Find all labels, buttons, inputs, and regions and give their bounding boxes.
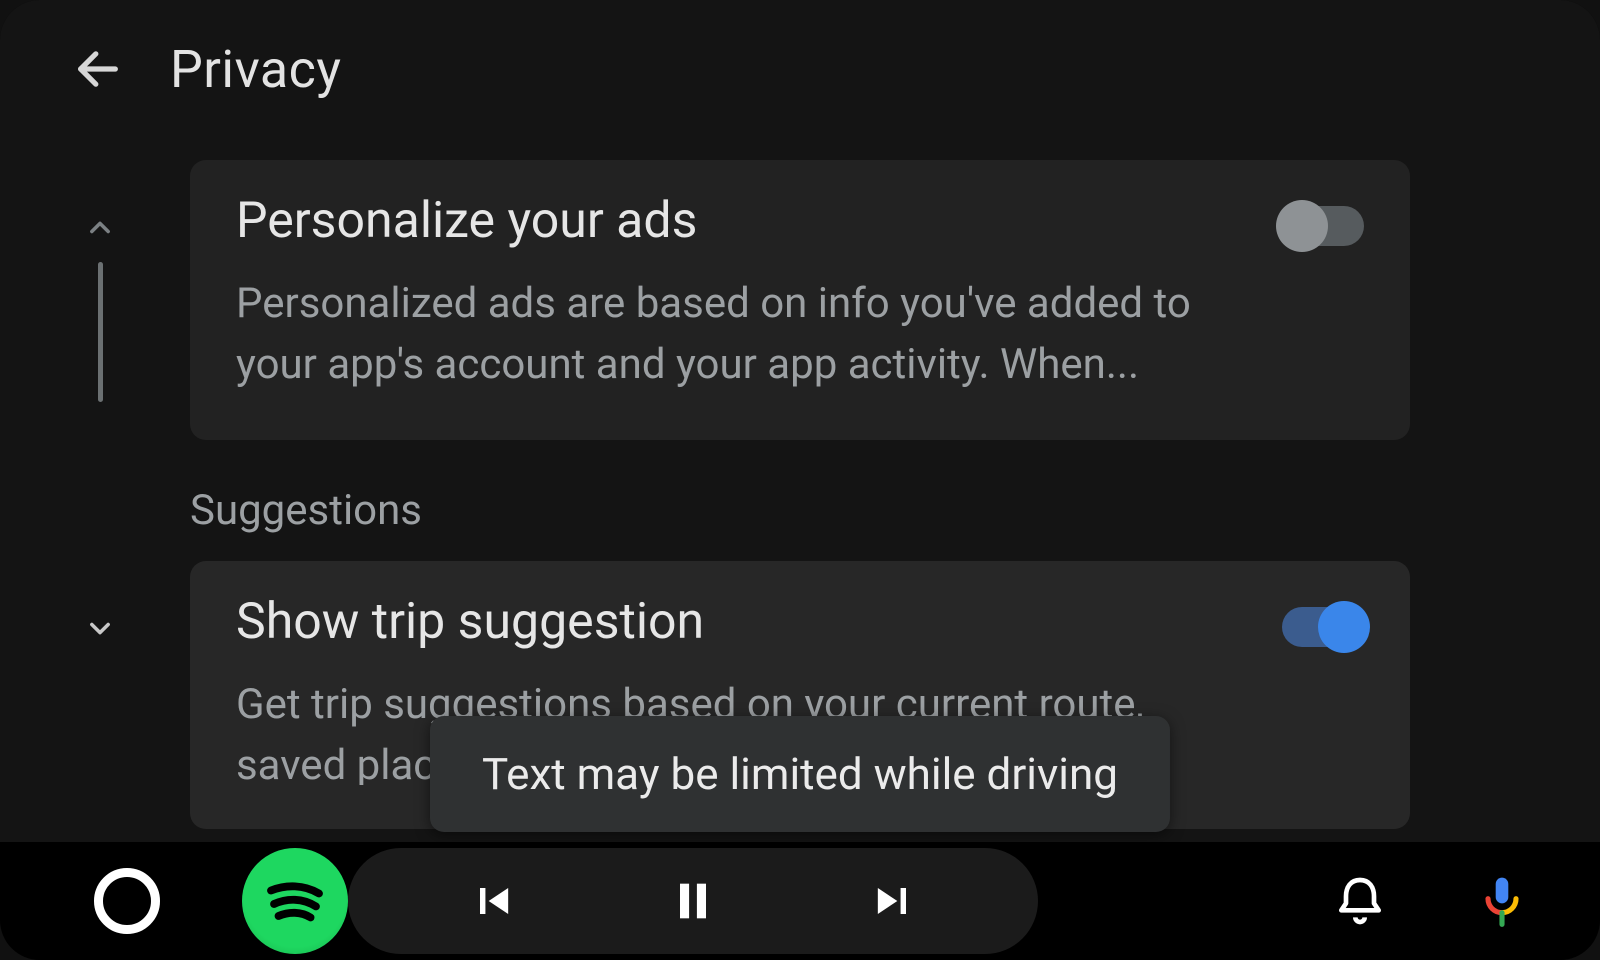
desc-line-1: Personalized ads are based on info you'v… (236, 274, 1274, 335)
home-ring-icon[interactable] (94, 868, 160, 934)
toggle-trip-suggestion[interactable] (1282, 607, 1364, 647)
setting-personalize-ads[interactable]: Personalize your ads Personalized ads ar… (190, 160, 1410, 440)
media-controls (348, 848, 1038, 954)
skip-previous-icon[interactable] (467, 875, 519, 927)
scroll-indicator (86, 212, 114, 807)
bottom-bar (0, 842, 1600, 960)
driving-toast: Text may be limited while driving (430, 716, 1170, 832)
chevron-down-icon[interactable] (86, 612, 114, 644)
back-arrow-icon[interactable] (72, 43, 124, 95)
skip-next-icon[interactable] (867, 875, 919, 927)
section-header-suggestions: Suggestions (190, 486, 1410, 535)
toggle-knob (1276, 200, 1328, 252)
pause-icon[interactable] (667, 875, 719, 927)
screen-root: Privacy Personalize your ads Personalize… (0, 0, 1600, 960)
chevron-up-icon[interactable] (86, 212, 114, 244)
setting-title: Personalize your ads (236, 192, 1364, 250)
spotify-icon[interactable] (242, 848, 348, 954)
page-title: Privacy (170, 39, 341, 100)
notification-bell-icon[interactable] (1332, 873, 1388, 929)
setting-title: Show trip suggestion (236, 593, 1364, 651)
toggle-knob (1318, 601, 1370, 653)
setting-description: Personalized ads are based on info you'v… (236, 274, 1364, 396)
screen-header: Privacy (0, 0, 1600, 138)
google-mic-icon[interactable] (1474, 873, 1530, 929)
scroll-track (98, 262, 103, 402)
bottom-bar-right (1332, 873, 1530, 929)
toggle-personalize-ads[interactable] (1282, 206, 1364, 246)
desc-line-2: your app's account and your app activity… (236, 335, 1274, 396)
